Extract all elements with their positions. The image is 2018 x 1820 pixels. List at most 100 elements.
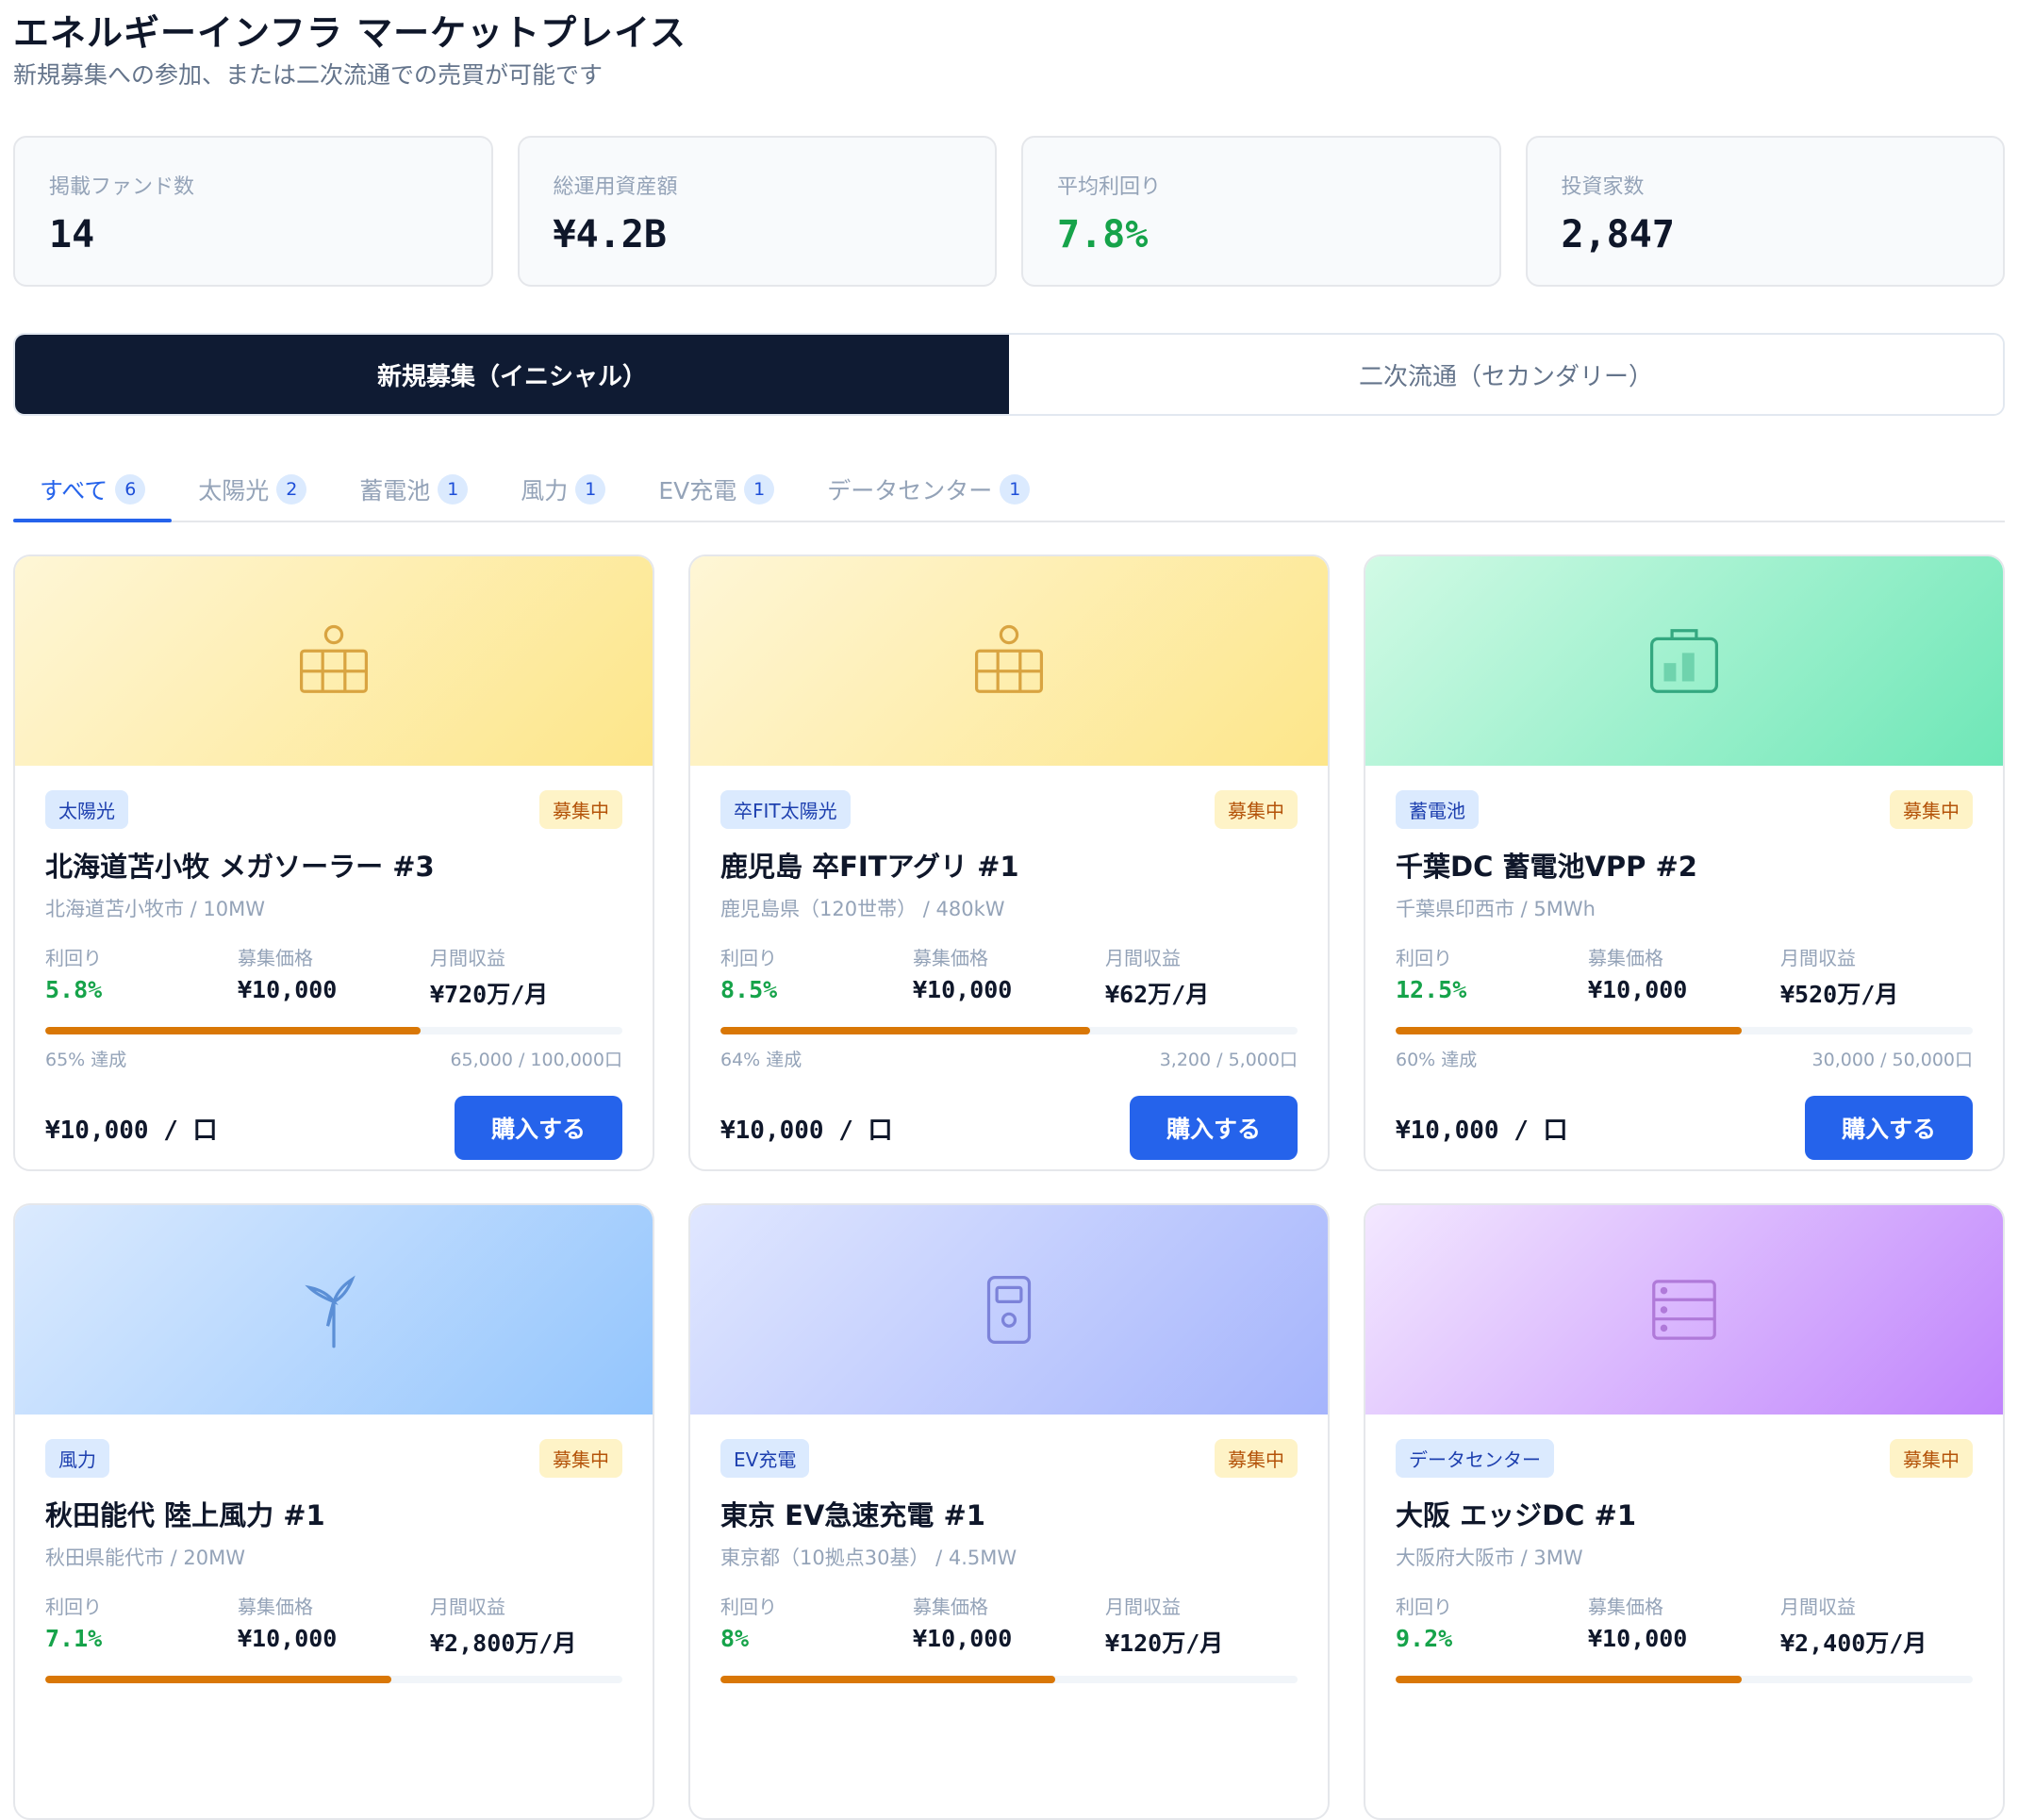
fund-card[interactable]: データセンター 募集中 大阪 エッジDC #1 大阪府大阪市 / 3MW 利回り… xyxy=(1364,1203,2005,1820)
stat-label: 掲載ファンド数 xyxy=(49,175,195,199)
fund-name: 秋田能代 陸上風力 #1 xyxy=(45,1499,325,1531)
funding-progress-bar xyxy=(720,1027,1298,1034)
metric-label: 月間収益 xyxy=(1105,947,1181,969)
funding-progress-bar xyxy=(1396,1027,1973,1034)
tab-secondary-market[interactable]: 二次流通（セカンダリー） xyxy=(1009,335,2003,414)
fund-location: 秋田県能代市 / 20MW xyxy=(45,1547,246,1569)
tab-label: 蓄電池 xyxy=(359,477,431,505)
tab-category-datacenter[interactable]: データセンター 1 xyxy=(801,458,1056,521)
fund-card-grid: 太陽光 募集中 北海道苫小牧 メガソーラー #3 北海道苫小牧市 / 10MW … xyxy=(13,554,2005,1820)
yield-value: 12.5% xyxy=(1396,976,1467,1003)
type-badge: 卒FIT太陽光 xyxy=(720,789,851,829)
battery-icon xyxy=(1649,629,1719,693)
type-badge: データセンター xyxy=(1396,1438,1554,1478)
status-badge: 募集中 xyxy=(1890,1438,1973,1478)
tab-category-ev[interactable]: EV充電 1 xyxy=(632,458,801,521)
tab-label: 太陽光 xyxy=(198,477,270,505)
fund-name: 大阪 エッジDC #1 xyxy=(1396,1499,1637,1531)
fund-card[interactable]: 太陽光 募集中 北海道苫小牧 メガソーラー #3 北海道苫小牧市 / 10MW … xyxy=(13,554,654,1171)
card-hero xyxy=(690,1205,1328,1415)
fund-card[interactable]: 蓄電池 募集中 千葉DC 蓄電池VPP #2 千葉県印西市 / 5MWh 利回り… xyxy=(1364,554,2005,1171)
progress-percent: 65% 達成 xyxy=(45,1050,127,1070)
tab-category-wind[interactable]: 風力 1 xyxy=(494,458,632,521)
metric-label: 月間収益 xyxy=(1780,947,1856,969)
count-badge: 1 xyxy=(1000,474,1031,505)
tab-label: すべて xyxy=(40,477,108,505)
status-badge: 募集中 xyxy=(1890,789,1973,829)
monthly-income-value: ¥2,400万/月 xyxy=(1780,1630,1927,1657)
solar-panel-icon xyxy=(974,624,1044,693)
unit-price: ¥10,000 / 口 xyxy=(720,1116,893,1145)
progress-fill xyxy=(1396,1027,1743,1034)
tab-label: 風力 xyxy=(521,477,569,505)
page-title: エネルギーインフラ マーケットプレイス xyxy=(13,12,686,54)
progress-percent: 64% 達成 xyxy=(720,1050,802,1070)
metric-label: 月間収益 xyxy=(430,1596,505,1618)
tab-initial-offering[interactable]: 新規募集（イニシャル） xyxy=(15,335,1009,414)
market-mode-tabs: 新規募集（イニシャル） 二次流通（セカンダリー） xyxy=(13,333,2005,416)
metric-label: 利回り xyxy=(1396,1596,1452,1618)
yield-value: 5.8% xyxy=(45,976,103,1003)
marketplace-page: エネルギーインフラ マーケットプレイス 新規募集への参加、または二次流通での売買… xyxy=(13,0,2005,1820)
tab-category-all[interactable]: すべて 6 xyxy=(13,458,173,522)
monthly-income-value: ¥2,800万/月 xyxy=(430,1630,577,1657)
count-badge: 1 xyxy=(575,474,606,505)
progress-fill xyxy=(45,1027,421,1034)
status-badge: 募集中 xyxy=(539,1438,622,1478)
metric-label: 募集価格 xyxy=(1588,947,1663,969)
page-subtitle: 新規募集への参加、または二次流通での売買が可能です xyxy=(13,61,604,89)
buy-button[interactable]: 購入する xyxy=(1805,1096,1973,1160)
progress-units: 30,000 / 50,000口 xyxy=(1811,1050,1973,1070)
offer-price-value: ¥10,000 xyxy=(1588,976,1688,1003)
metric-label: 利回り xyxy=(45,947,102,969)
tab-category-battery[interactable]: 蓄電池 1 xyxy=(333,458,494,521)
type-badge: EV充電 xyxy=(720,1438,810,1478)
yield-value: 7.1% xyxy=(45,1625,103,1652)
server-rack-icon xyxy=(1652,1280,1716,1340)
card-hero xyxy=(15,1205,653,1415)
metric-label: 月間収益 xyxy=(1105,1596,1181,1618)
progress-units: 3,200 / 5,000口 xyxy=(1159,1050,1298,1070)
fund-name: 北海道苫小牧 メガソーラー #3 xyxy=(45,851,435,883)
offer-price-value: ¥10,000 xyxy=(238,976,338,1003)
stat-value: 14 xyxy=(49,213,95,256)
progress-units: 65,000 / 100,000口 xyxy=(450,1050,622,1070)
stat-investor-count: 投資家数 2,847 xyxy=(1525,136,2005,287)
metric-label: 利回り xyxy=(720,947,777,969)
stat-value: ¥4.2B xyxy=(553,213,667,256)
count-badge: 2 xyxy=(276,474,307,505)
offer-price-value: ¥10,000 xyxy=(238,1625,338,1652)
tab-label: データセンター xyxy=(827,477,993,505)
fund-card[interactable]: 風力 募集中 秋田能代 陸上風力 #1 秋田県能代市 / 20MW 利回り 7.1… xyxy=(13,1203,654,1820)
stat-label: 総運用資産額 xyxy=(553,175,678,199)
solar-panel-icon xyxy=(299,624,369,693)
fund-card[interactable]: EV充電 募集中 東京 EV急速充電 #1 東京都（10拠点30基） / 4.5… xyxy=(688,1203,1330,1820)
metric-label: 月間収益 xyxy=(1780,1596,1856,1618)
stat-label: 平均利回り xyxy=(1057,175,1162,199)
type-badge: 蓄電池 xyxy=(1396,789,1479,829)
offer-price-value: ¥10,000 xyxy=(1588,1625,1688,1652)
tab-label: EV充電 xyxy=(658,477,737,505)
type-badge: 風力 xyxy=(45,1438,109,1478)
type-badge: 太陽光 xyxy=(45,789,128,829)
stat-value: 2,847 xyxy=(1561,213,1675,256)
ev-charger-icon xyxy=(986,1275,1032,1345)
buy-button[interactable]: 購入する xyxy=(455,1096,622,1160)
progress-fill xyxy=(720,1027,1090,1034)
count-badge: 1 xyxy=(438,474,469,505)
category-tabs: すべて 6 太陽光 2 蓄電池 1 風力 1 EV充電 1 データセンター 1 xyxy=(13,458,2005,522)
fund-name: 鹿児島 卒FITアグリ #1 xyxy=(720,851,1019,883)
metric-label: 募集価格 xyxy=(238,1596,313,1618)
fund-location: 千葉県印西市 / 5MWh xyxy=(1396,898,1596,920)
fund-name: 千葉DC 蓄電池VPP #2 xyxy=(1396,851,1697,883)
card-hero xyxy=(1365,1205,2003,1415)
stat-label: 投資家数 xyxy=(1561,175,1645,199)
metric-label: 利回り xyxy=(720,1596,777,1618)
fund-card[interactable]: 卒FIT太陽光 募集中 鹿児島 卒FITアグリ #1 鹿児島県（120世帯） /… xyxy=(688,554,1330,1171)
stat-total-aum: 総運用資産額 ¥4.2B xyxy=(517,136,997,287)
offer-price-value: ¥10,000 xyxy=(913,1625,1013,1652)
buy-button[interactable]: 購入する xyxy=(1130,1096,1298,1160)
tab-category-solar[interactable]: 太陽光 2 xyxy=(172,458,333,521)
yield-value: 8.5% xyxy=(720,976,778,1003)
fund-location: 東京都（10拠点30基） / 4.5MW xyxy=(720,1547,1017,1569)
